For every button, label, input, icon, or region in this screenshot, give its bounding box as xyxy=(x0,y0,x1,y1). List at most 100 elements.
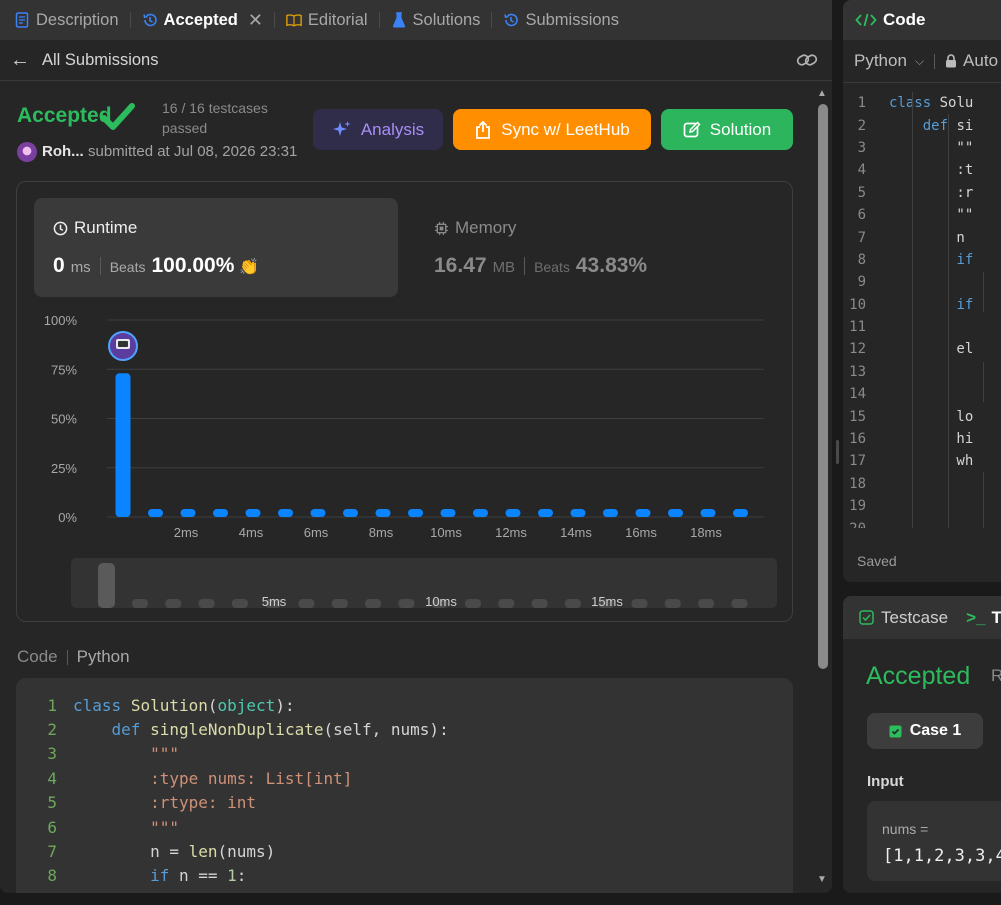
chart-bar[interactable] xyxy=(538,509,553,517)
chart-bar[interactable] xyxy=(180,509,196,517)
editor-line: 2 def si xyxy=(843,114,1001,136)
chart-bar[interactable] xyxy=(408,509,423,517)
y-tick-label: 50% xyxy=(51,412,77,427)
chart-bar[interactable] xyxy=(505,509,521,517)
chip-icon xyxy=(434,221,449,235)
chevron-down-icon[interactable]: ⌵ xyxy=(915,54,924,69)
line-text: if xyxy=(956,251,974,268)
chart-bar[interactable] xyxy=(278,509,293,517)
case-1-tab[interactable]: Case 1 xyxy=(867,713,983,749)
clock-icon xyxy=(53,221,68,235)
username[interactable]: Roh... xyxy=(42,143,84,160)
sparkle-icon xyxy=(332,120,351,136)
chart-bar[interactable] xyxy=(213,509,228,517)
scrollbar[interactable]: ▲ ▼ xyxy=(816,88,828,893)
tab-test-result[interactable]: T xyxy=(991,608,1001,628)
runtime-tab[interactable]: Runtime 0 ms Beats 100.00% 👏 xyxy=(34,198,398,297)
tab-editorial[interactable]: Editorial xyxy=(286,0,368,40)
analysis-button[interactable]: Analysis xyxy=(313,109,443,150)
editor-toolbar: Python ⌵ Auto xyxy=(843,40,1001,83)
chart-bar[interactable] xyxy=(375,509,391,517)
editor-line: 19 xyxy=(843,495,1001,517)
tab-submissions[interactable]: Submissions xyxy=(503,0,619,40)
back-arrow-icon[interactable]: ← xyxy=(10,49,30,72)
editor-code-area[interactable]: 1 class Solu 2 def si 3 "" 4 :t 5 :r 6 "" 7 n 8… xyxy=(843,92,1001,528)
line-text: "" xyxy=(889,207,974,224)
chart-bar[interactable] xyxy=(115,373,131,517)
submitted-code[interactable]: 1 class Solution(object): 2 def singleNonD… xyxy=(16,678,793,893)
scroll-down-icon[interactable]: ▼ xyxy=(817,874,827,885)
line-number: 3 xyxy=(857,139,866,156)
chart-bar[interactable] xyxy=(603,509,618,517)
chart-bar[interactable] xyxy=(733,509,748,517)
panel-resize-handle[interactable] xyxy=(832,0,843,893)
line-text: """ xyxy=(73,744,179,764)
chart-bar[interactable] xyxy=(310,509,326,517)
auto-label[interactable]: Auto xyxy=(963,51,998,71)
line-number: 9 xyxy=(857,274,866,291)
line-number: 20 xyxy=(843,521,889,528)
link-icon[interactable] xyxy=(796,50,818,75)
close-icon[interactable]: ✕ xyxy=(248,10,263,31)
editor-line: 12 el xyxy=(843,338,1001,360)
resize-grip[interactable] xyxy=(836,440,839,464)
tab-description[interactable]: Description xyxy=(14,0,119,40)
code-line: 2 def singleNonDuplicate(self, nums): xyxy=(16,717,793,741)
chart-bar[interactable] xyxy=(700,509,716,517)
scroll-thumb[interactable] xyxy=(818,104,828,669)
overview-bar xyxy=(664,599,681,608)
overview-label: 5ms xyxy=(262,594,287,609)
overview-bar xyxy=(398,599,415,608)
editor-line: 8 if xyxy=(843,249,1001,271)
overview-bar xyxy=(465,599,481,608)
line-text: :t xyxy=(889,162,974,179)
line-text: :r xyxy=(889,184,974,201)
chart-bar[interactable] xyxy=(570,509,586,517)
chart-bar[interactable] xyxy=(668,509,683,517)
memory-tab[interactable]: Memory 16.47 MB Beats 43.83% xyxy=(415,198,775,297)
submission-subbar: ← All Submissions xyxy=(0,40,832,81)
chart-bar[interactable] xyxy=(245,509,261,517)
tab-bar: Description Accepted ✕ Editorial Solutio… xyxy=(0,0,832,40)
chart-bar[interactable] xyxy=(148,509,163,517)
overview-label: 15ms xyxy=(591,594,623,609)
tab-label: Submissions xyxy=(525,10,619,29)
tab-accepted[interactable]: Accepted ✕ xyxy=(142,0,263,40)
indent-guide xyxy=(983,472,984,528)
line-text: def si xyxy=(922,117,974,134)
avatar[interactable] xyxy=(17,142,37,162)
editor-line: 10 if xyxy=(843,294,1001,316)
tab-solutions[interactable]: Solutions xyxy=(391,0,480,40)
line-text: :rtype: int xyxy=(73,793,257,813)
avatar-glyph xyxy=(118,341,128,347)
editor-line: 13 xyxy=(843,361,1001,383)
line-text: class Solution(object): xyxy=(73,695,295,715)
language-select[interactable]: Python xyxy=(854,51,907,71)
overview-handle[interactable] xyxy=(98,563,115,608)
testcases-passed: 16 / 16 testcases passed xyxy=(162,100,268,136)
upload-icon xyxy=(476,120,491,139)
divider xyxy=(524,257,526,275)
indent-guide xyxy=(983,272,984,312)
tab-testcase[interactable]: Testcase xyxy=(881,608,948,628)
chart-bar[interactable] xyxy=(473,509,488,517)
x-tick-label: 18ms xyxy=(690,525,722,540)
testcase-panel: Testcase >_ T Accepted R Case 1 Input nu… xyxy=(843,596,1001,893)
chart-bar[interactable] xyxy=(343,509,358,517)
history-icon xyxy=(503,12,519,28)
result-status: Accepted xyxy=(17,104,112,127)
solution-button[interactable]: Solution xyxy=(661,109,793,150)
editor-line: 18 xyxy=(843,473,1001,495)
code-line: 4 :type nums: List[int] xyxy=(16,766,793,790)
line-number: 17 xyxy=(849,453,866,470)
line-number: 14 xyxy=(849,386,866,403)
all-submissions-link[interactable]: All Submissions xyxy=(42,51,158,70)
scroll-up-icon[interactable]: ▲ xyxy=(817,88,827,99)
editor-line: 16 hi xyxy=(843,428,1001,450)
line-number: 15 xyxy=(849,408,866,425)
sync-leethub-button[interactable]: Sync w/ LeetHub xyxy=(453,109,651,150)
chart-bar[interactable] xyxy=(440,509,456,517)
overview-bar xyxy=(165,599,182,608)
chart-bar[interactable] xyxy=(635,509,651,517)
tab-label: Editorial xyxy=(307,10,368,29)
